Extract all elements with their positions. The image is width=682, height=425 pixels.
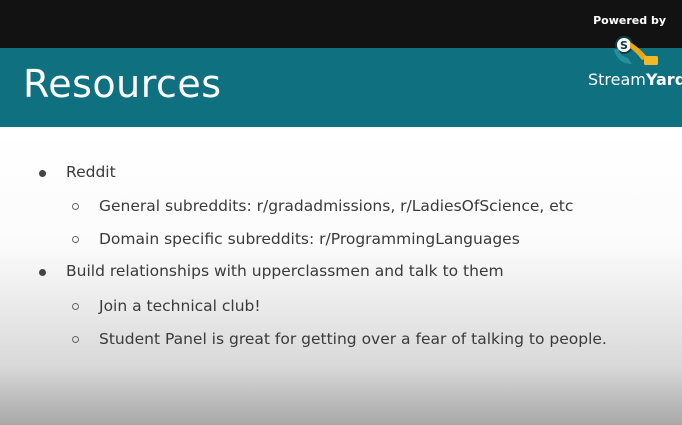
brand-yard: Yard [645,70,682,89]
sub-bullet-marker [72,336,79,343]
list-item: Student Panel is great for getting over … [99,330,607,348]
bullet-marker [39,269,46,276]
streamyard-wordmark: StreamYard [588,70,682,89]
powered-by-label: Powered by [593,14,666,27]
streamyard-logo-icon: S [614,36,658,65]
slide-title: Resources [23,62,222,106]
list-item: Domain specific subreddits: r/Programmin… [99,230,520,248]
sub-bullet-marker [72,303,79,310]
list-item: Reddit [66,163,116,181]
slide-frame: Resources Powered by S StreamYard Reddit… [0,0,682,425]
bullet-marker [39,170,46,177]
svg-text:S: S [620,39,628,52]
brand-stream: Stream [588,70,646,89]
sub-bullet-marker [72,203,79,210]
top-bar [0,0,682,48]
sub-bullet-marker [72,236,79,243]
list-item: Build relationships with upperclassmen a… [66,262,504,280]
list-item: Join a technical club! [99,297,261,315]
list-item: General subreddits: r/gradadmissions, r/… [99,197,574,215]
